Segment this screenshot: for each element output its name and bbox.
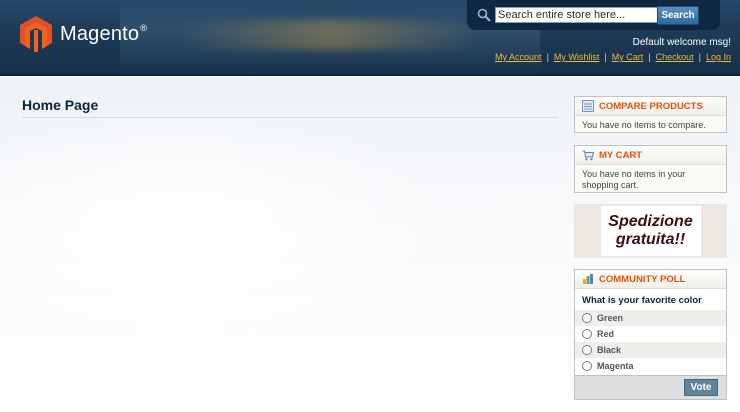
poll-icon xyxy=(583,274,593,284)
poll-option-magenta[interactable]: Magenta xyxy=(575,358,726,374)
link-my-wishlist[interactable]: My Wishlist xyxy=(554,52,600,62)
separator: | xyxy=(604,52,607,62)
site-header: Magento® Search Default welcome msg! My … xyxy=(0,0,740,76)
link-checkout[interactable]: Checkout xyxy=(656,52,694,62)
compare-products-block: COMPARE PRODUCTS You have no items to co… xyxy=(574,96,727,133)
cart-title: MY CART xyxy=(599,149,643,161)
logo-text: Magento xyxy=(60,22,140,45)
poll-footer: Vote xyxy=(575,375,726,399)
search-button[interactable]: Search xyxy=(657,6,699,25)
logo-registered-mark: ® xyxy=(140,22,148,33)
search-icon xyxy=(477,8,491,22)
block-title: COMPARE PRODUCTS xyxy=(575,97,726,116)
poll-title: COMMUNITY POLL xyxy=(599,273,686,285)
compare-icon xyxy=(582,100,594,112)
promo-image: Spedizione gratuita!! xyxy=(600,206,701,256)
link-my-cart[interactable]: My Cart xyxy=(612,52,644,62)
compare-content: You have no items to compare. xyxy=(582,120,706,130)
poll-option-label: Red xyxy=(597,329,615,339)
radio-button[interactable] xyxy=(582,345,592,355)
poll-option-label: Magenta xyxy=(597,361,634,371)
block-title: MY CART xyxy=(575,146,726,165)
magento-logo-icon xyxy=(20,16,52,52)
separator: | xyxy=(698,52,701,62)
my-cart-block: MY CART You have no items in your shoppi… xyxy=(574,145,727,193)
vote-button[interactable]: Vote xyxy=(684,379,718,396)
poll-option-green[interactable]: Green xyxy=(575,310,726,326)
poll-question: What is your favorite color xyxy=(582,295,702,306)
promo-line-1: Spedizione xyxy=(608,213,693,230)
cart-icon xyxy=(582,150,594,161)
poll-option-red[interactable]: Red xyxy=(575,326,726,342)
promo-line-2: gratuita!! xyxy=(615,231,686,248)
poll-option-label: Green xyxy=(597,313,624,323)
separator: | xyxy=(546,52,549,62)
radio-button[interactable] xyxy=(582,361,592,371)
link-log-in[interactable]: Log In xyxy=(706,52,731,62)
compare-title: COMPARE PRODUCTS xyxy=(599,100,703,112)
radio-button[interactable] xyxy=(582,329,592,339)
page-title: Home Page xyxy=(22,97,558,118)
header-links: My Account | My Wishlist | My Cart | Che… xyxy=(495,52,731,62)
search-form: Search xyxy=(467,0,720,30)
block-title: COMMUNITY POLL xyxy=(575,270,726,289)
welcome-message: Default welcome msg! xyxy=(632,37,731,48)
link-my-account[interactable]: My Account xyxy=(495,52,542,62)
logo[interactable]: Magento® xyxy=(20,16,147,52)
promo-banner[interactable]: Spedizione gratuita!! xyxy=(574,204,727,258)
poll-option-black[interactable]: Black xyxy=(575,342,726,358)
poll-options: Green Red Black Magenta xyxy=(575,310,726,374)
separator: | xyxy=(648,52,651,62)
poll-option-label: Black xyxy=(597,345,622,355)
cart-content: You have no items in your shopping cart. xyxy=(582,169,686,190)
radio-button[interactable] xyxy=(582,313,592,323)
community-poll-block: COMMUNITY POLL What is your favorite col… xyxy=(574,269,727,400)
